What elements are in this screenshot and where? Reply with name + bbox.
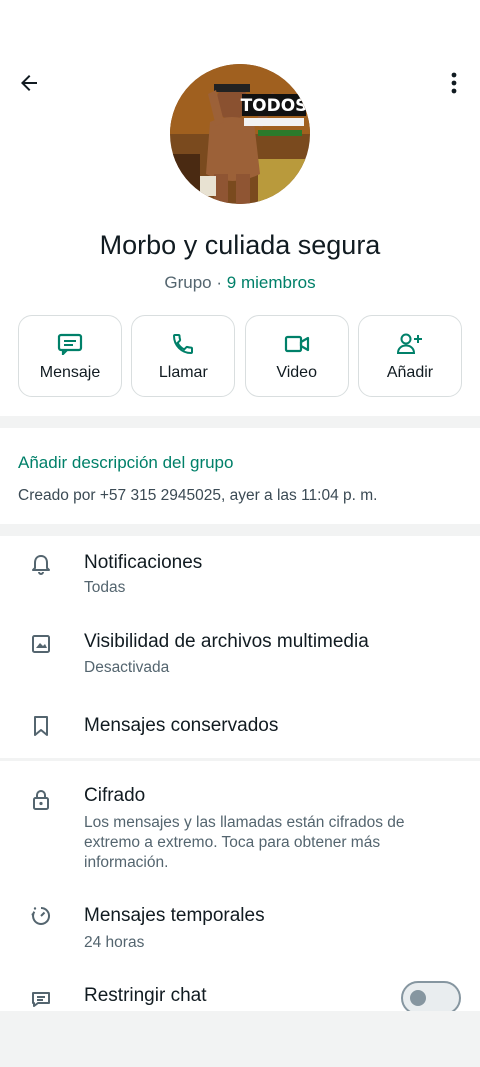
video-button-label: Video: [276, 364, 317, 381]
video-icon: [284, 335, 309, 353]
encryption-description: Los mensajes y las llamadas están cifrad…: [84, 814, 405, 871]
group-type: Grupo: [164, 273, 212, 292]
kept-messages-row[interactable]: Mensajes conservados: [0, 696, 480, 758]
disappearing-messages-row[interactable]: Mensajes temporales 24 horas: [0, 883, 480, 961]
bookmark-icon: [34, 716, 48, 736]
call-button[interactable]: Llamar: [131, 315, 236, 397]
settings-section: Notificaciones Todas Visibilidad de arch…: [0, 536, 480, 758]
group-header: TODOS Morbo y culiada segura Grupo · 9 m…: [0, 0, 480, 416]
restrict-chat-toggle[interactable]: [401, 981, 461, 1015]
notifications-value: Todas: [84, 579, 126, 596]
quick-actions: Mensaje Llamar Video Añadir: [18, 315, 462, 397]
group-subtitle: Grupo · 9 miembros: [0, 273, 480, 293]
created-by-text: Creado por +57 315 2945025, ayer a las 1…: [18, 487, 378, 504]
message-button[interactable]: Mensaje: [18, 315, 122, 397]
description-section: Añadir descripción del grupo Creado por …: [0, 428, 480, 524]
group-name: Morbo y culiada segura: [99, 230, 381, 260]
call-button-label: Llamar: [158, 364, 208, 381]
back-button[interactable]: [14, 68, 44, 98]
kept-messages-title: Mensajes conservados: [84, 715, 279, 736]
timer-icon: [31, 906, 50, 925]
notifications-row[interactable]: Notificaciones Todas: [0, 536, 480, 616]
video-button[interactable]: Video: [244, 315, 349, 397]
arrow-left-icon: [21, 75, 37, 91]
bell-icon: [32, 555, 50, 575]
subtitle-separator: ·: [216, 273, 223, 292]
add-member-button-label: Añadir: [386, 364, 434, 381]
encryption-title: Cifrado: [84, 785, 146, 806]
message-button-label: Mensaje: [39, 364, 101, 381]
media-visibility-title: Visibilidad de archivos multimedia: [84, 631, 369, 652]
notifications-title: Notificaciones: [84, 552, 203, 573]
image-icon: [32, 635, 50, 653]
disappearing-messages-title: Mensajes temporales: [84, 905, 265, 926]
media-visibility-value: Desactivada: [84, 659, 170, 676]
lock-icon: [33, 790, 49, 810]
avatar-overlay-text: TODOS: [241, 96, 308, 116]
encryption-row[interactable]: Cifrado Los mensajes y las llamadas está…: [0, 761, 480, 883]
disappearing-messages-value: 24 horas: [84, 934, 145, 951]
more-options-button[interactable]: [440, 68, 468, 98]
bottom-area: [0, 1011, 480, 1067]
more-vertical-icon: [451, 72, 457, 94]
phone-icon: [173, 334, 194, 355]
add-description-link[interactable]: Añadir descripción del grupo: [18, 453, 233, 473]
members-count[interactable]: 9 miembros: [227, 273, 316, 292]
restrict-chat-title: Restringir chat: [84, 985, 207, 1006]
restrict-chat-row[interactable]: Restringir chat: [0, 961, 480, 1015]
message-icon: [57, 333, 83, 355]
add-member-button[interactable]: Añadir: [357, 315, 462, 397]
toggle-knob: [410, 990, 426, 1006]
group-avatar[interactable]: TODOS: [170, 64, 310, 204]
media-visibility-row[interactable]: Visibilidad de archivos multimedia Desac…: [0, 616, 480, 696]
chat-lock-icon: [32, 992, 50, 1007]
privacy-section: Cifrado Los mensajes y las llamadas está…: [0, 761, 480, 1015]
add-person-icon: [396, 333, 422, 354]
